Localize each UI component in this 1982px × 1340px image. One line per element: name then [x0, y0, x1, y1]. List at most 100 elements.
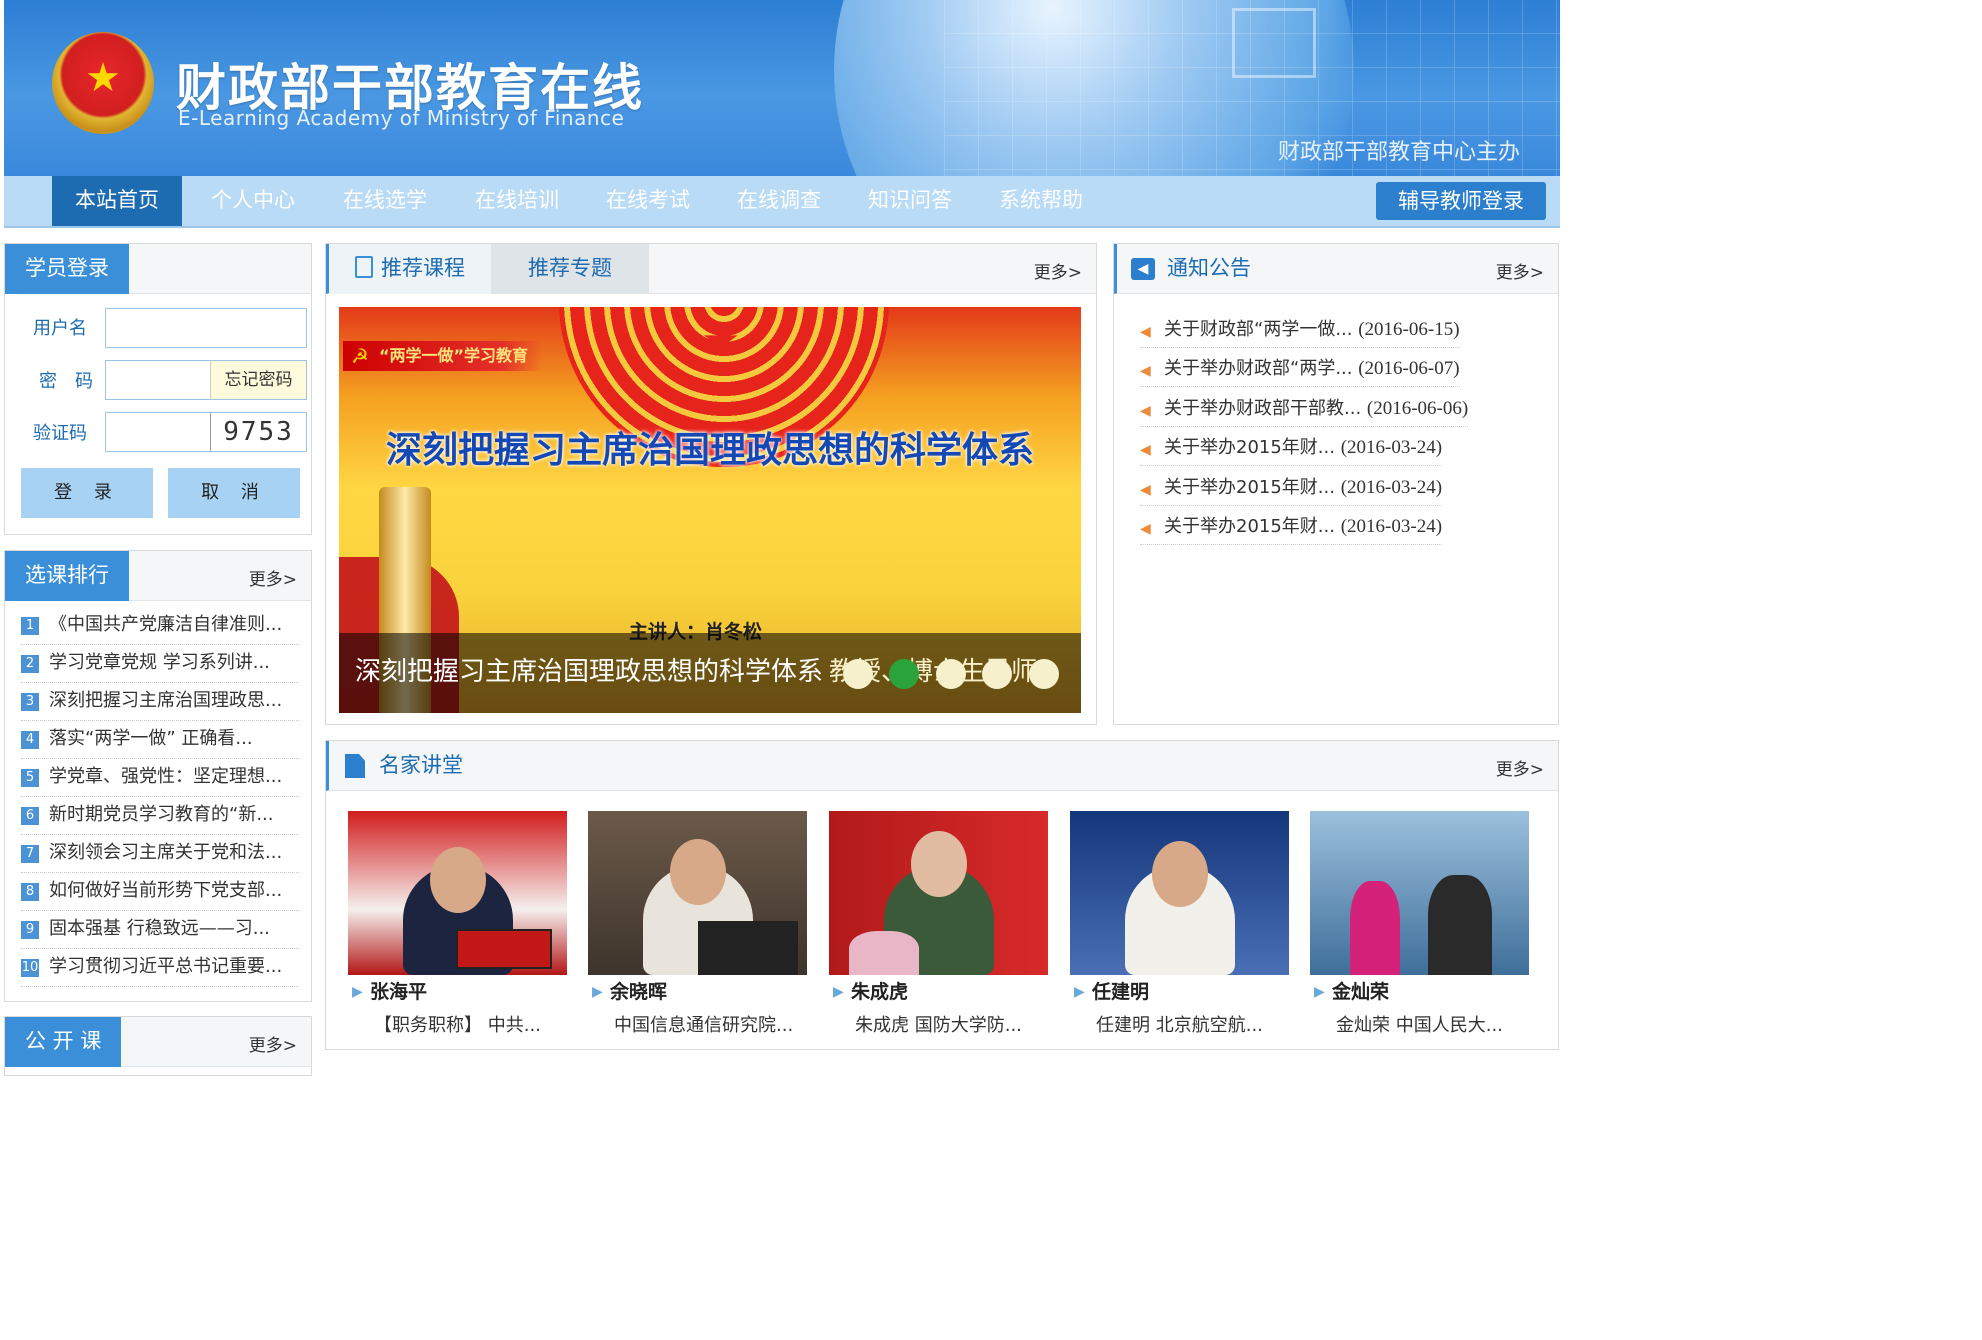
rank-number: 6 [21, 807, 39, 825]
ranking-item-title[interactable]: 深刻把握习主席治国理政思... [49, 690, 282, 711]
lecturer-photo[interactable] [829, 811, 1048, 975]
slide-dot[interactable] [936, 659, 966, 689]
cancel-button[interactable]: 取 消 [168, 468, 300, 518]
rank-number: 8 [21, 883, 39, 901]
ranking-item[interactable]: 5 学党章、强党性：坚定理想... [21, 759, 299, 797]
public-course-more-link[interactable]: 更多> [249, 1031, 297, 1056]
lecturer-head [669, 839, 726, 905]
ranking-item[interactable]: 6 新时期党员学习教育的“新... [21, 797, 299, 835]
lecturer-name[interactable]: 张海平 [348, 979, 567, 1005]
nav-online-exam[interactable]: 在线考试 [589, 176, 707, 226]
slide-dot[interactable] [1029, 659, 1059, 689]
nav-course-selection[interactable]: 在线选学 [326, 176, 444, 226]
ranking-item[interactable]: 8 如何做好当前形势下党支部... [21, 873, 299, 911]
ranking-item[interactable]: 9 固本强基 行稳致远——习... [21, 911, 299, 949]
tutor-login-button[interactable]: 辅导教师登录 [1376, 182, 1546, 220]
forgot-password-link[interactable]: 忘记密码 [210, 361, 306, 399]
lecturer-photo[interactable] [588, 811, 807, 975]
ranking-item-title[interactable]: 学习贯彻习近平总书记重要... [49, 956, 282, 977]
login-button[interactable]: 登 录 [21, 468, 153, 518]
ranking-item-title[interactable]: 落实“两学一做” 正确看... [49, 728, 253, 749]
lecturer-photo[interactable] [1310, 811, 1529, 975]
tab-recommended-courses[interactable]: 推荐课程 [329, 244, 491, 294]
lecturer-photo[interactable] [348, 811, 567, 975]
lecturer-card[interactable]: 张海平 【职务职称】 中共... [348, 811, 567, 1037]
nav-system-help[interactable]: 系统帮助 [982, 176, 1100, 226]
ranking-more-link[interactable]: 更多> [249, 565, 297, 590]
nav-online-survey[interactable]: 在线调查 [720, 176, 838, 226]
rank-number: 3 [21, 693, 39, 711]
ranking-item-title[interactable]: 深刻领会习主席关于党和法... [49, 842, 282, 863]
rank-number: 9 [21, 921, 39, 939]
rank-number: 7 [21, 845, 39, 863]
nav-knowledge-qa[interactable]: 知识问答 [851, 176, 969, 226]
ranking-item[interactable]: 2 学习党章党规 学习系列讲... [21, 645, 299, 683]
course-ranking-panel: 选课排行 更多> 1 《中国共产党廉洁自律准则... 2 学习党章党规 学习系列讲.… [4, 550, 312, 1002]
lecturer-desc: 朱成虎 国防大学防... [855, 1015, 1022, 1036]
lecture-panel-title: 名家讲堂 [379, 753, 463, 777]
notice-item[interactable]: ◀ 关于举办2015年财... (2016-03-24) [1140, 472, 1443, 506]
lecturer-card[interactable]: 金灿荣 金灿荣 中国人民大... [1310, 811, 1529, 1037]
username-input[interactable] [106, 309, 306, 347]
notice-item[interactable]: ◀ 关于举办财政部干部教... (2016-06-06) [1140, 393, 1469, 427]
nav-personal-center[interactable]: 个人中心 [194, 176, 312, 226]
ranking-panel-title: 选课排行 [5, 551, 129, 601]
slide-dot[interactable] [843, 659, 873, 689]
laptop-graphic [698, 921, 798, 975]
lecturer-photo[interactable] [1070, 811, 1289, 975]
lecturer-name[interactable]: 余晓晖 [588, 979, 807, 1005]
featured-slide[interactable]: ★ “两学一做”学习教育 深刻把握习主席治国理政思想的科学体系 主讲人：肖冬松 … [339, 307, 1081, 713]
ranking-item[interactable]: 10 学习贯彻习近平总书记重要... [21, 949, 299, 987]
ranking-item-title[interactable]: 学党章、强党性：坚定理想... [49, 766, 282, 787]
captcha-field[interactable]: 9753 [105, 412, 307, 452]
nav-home[interactable]: 本站首页 [52, 176, 182, 226]
ranking-item[interactable]: 4 落实“两学一做” 正确看... [21, 721, 299, 759]
tab-recommended-topics[interactable]: 推荐专题 [491, 244, 649, 294]
tab-recommended-courses-label: 推荐课程 [381, 256, 465, 280]
ranking-item-title[interactable]: 学习党章党规 学习系列讲... [49, 652, 270, 673]
lecturer-card[interactable]: 任建明 任建明 北京航空航... [1070, 811, 1289, 1037]
ranking-item-title[interactable]: 如何做好当前形势下党支部... [49, 880, 282, 901]
lecturer-name[interactable]: 任建明 [1070, 979, 1289, 1005]
captcha-input[interactable] [106, 413, 210, 451]
captcha-image[interactable]: 9753 [210, 413, 306, 451]
lecture-panel-title-wrap: 名家讲堂 [329, 741, 463, 791]
ranking-item-title[interactable]: 新时期党员学习教育的“新... [49, 804, 274, 825]
lecture-more-link[interactable]: 更多> [1496, 755, 1544, 780]
slide-caption-bar: 深刻把握习主席治国理政思想的科学体系 教授、博士生导师 [339, 633, 1081, 713]
notice-item-title[interactable]: 关于举办2015年财... [1164, 516, 1335, 537]
notice-item-title[interactable]: 关于财政部“两学一做... [1164, 319, 1353, 340]
notice-item-title[interactable]: 关于举办财政部干部教... [1164, 398, 1361, 419]
lecturer-head [910, 831, 967, 897]
notice-more-link[interactable]: 更多> [1496, 258, 1544, 283]
notice-item-title[interactable]: 关于举办2015年财... [1164, 477, 1335, 498]
lecturer-card[interactable]: 余晓晖 中国信息通信研究院... [588, 811, 807, 1037]
login-panel-title: 学员登录 [5, 244, 129, 294]
ranking-item[interactable]: 1 《中国共产党廉洁自律准则... [21, 607, 299, 645]
lecturer-card[interactable]: 朱成虎 朱成虎 国防大学防... [829, 811, 1048, 1037]
ranking-item-title[interactable]: 《中国共产党廉洁自律准则... [49, 614, 282, 635]
username-field[interactable] [105, 308, 307, 348]
notice-item-title[interactable]: 关于举办2015年财... [1164, 437, 1335, 458]
password-input[interactable] [106, 361, 210, 399]
nav-online-training[interactable]: 在线培训 [458, 176, 576, 226]
slide-dot[interactable] [889, 659, 919, 689]
speaker-icon: ◀ [1140, 363, 1151, 379]
recommend-more-link[interactable]: 更多> [1034, 258, 1082, 283]
ranking-item[interactable]: 3 深刻把握习主席治国理政思... [21, 683, 299, 721]
notice-panel-title-wrap: ◀ 通知公告 [1117, 244, 1251, 294]
national-emblem-logo[interactable]: ★ [52, 32, 154, 134]
notice-item-title[interactable]: 关于举办财政部“两学... [1164, 358, 1353, 379]
rank-number: 10 [21, 959, 39, 977]
password-field[interactable]: 忘记密码 [105, 360, 307, 400]
notice-item[interactable]: ◀ 关于举办财政部“两学... (2016-06-07) [1140, 353, 1460, 387]
ranking-item-title[interactable]: 固本强基 行稳致远——习... [49, 918, 270, 939]
lecturer-name[interactable]: 朱成虎 [829, 979, 1048, 1005]
lecturer-name[interactable]: 金灿荣 [1310, 979, 1529, 1005]
site-subtitle: E-Learning Academy of Ministry of Financ… [178, 106, 625, 130]
slide-dot[interactable] [982, 659, 1012, 689]
notice-item[interactable]: ◀ 关于举办2015年财... (2016-03-24) [1140, 511, 1443, 545]
notice-item[interactable]: ◀ 关于财政部“两学一做... (2016-06-15) [1140, 314, 1460, 348]
notice-item[interactable]: ◀ 关于举办2015年财... (2016-03-24) [1140, 432, 1443, 466]
ranking-item[interactable]: 7 深刻领会习主席关于党和法... [21, 835, 299, 873]
